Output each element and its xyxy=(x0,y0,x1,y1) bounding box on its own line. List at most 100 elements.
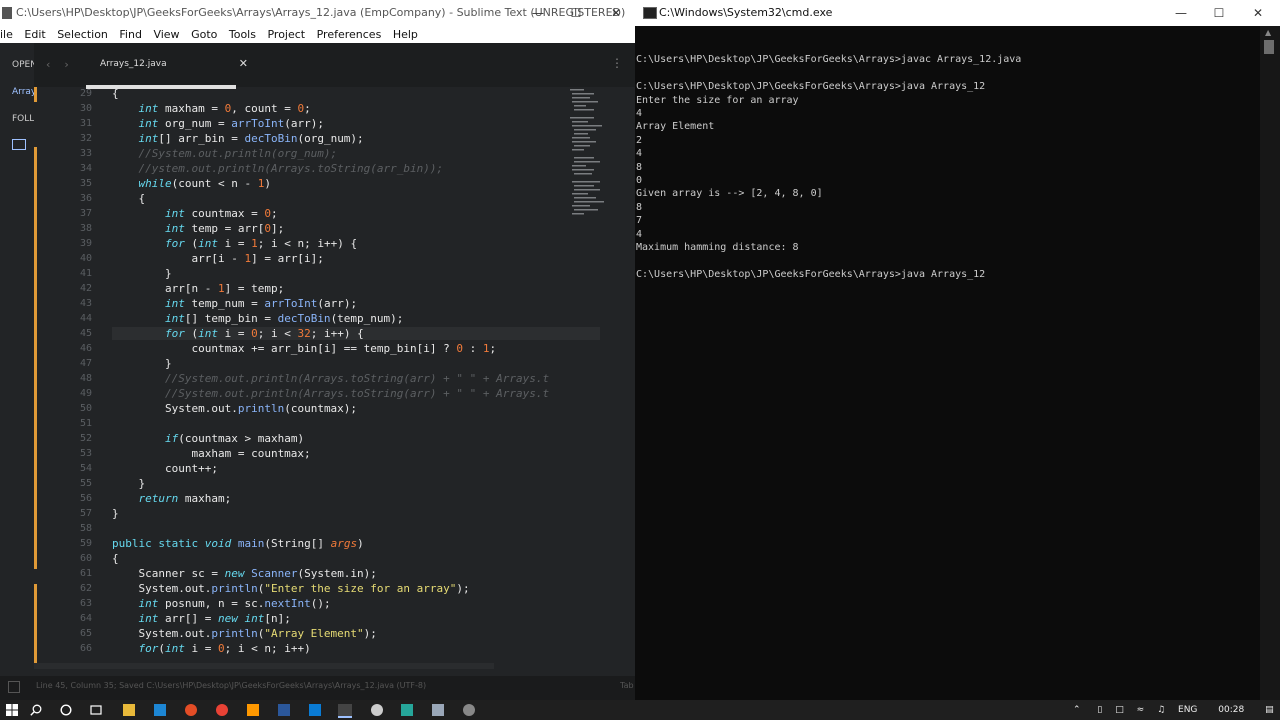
line-number: 32 xyxy=(79,133,92,144)
cmd-maximize-button[interactable]: ☐ xyxy=(1200,0,1238,26)
line-number: 50 xyxy=(79,403,92,414)
menu-tools[interactable]: Tools xyxy=(229,28,256,41)
cmd-close-button[interactable]: ✕ xyxy=(1239,0,1277,26)
cmd-output[interactable]: C:\Users\HP\Desktop\JP\GeeksForGeeks\Arr… xyxy=(636,40,1256,281)
panel-toggle-icon[interactable] xyxy=(8,681,20,693)
menu-selection[interactable]: Selection xyxy=(57,28,108,41)
menu-preferences[interactable]: Preferences xyxy=(317,28,382,41)
minimap[interactable] xyxy=(566,87,621,227)
minimize-button[interactable]: — xyxy=(519,0,557,26)
line-number: 58 xyxy=(79,523,92,534)
cortana-icon[interactable] xyxy=(60,704,72,716)
language-indicator[interactable]: ENG xyxy=(1178,705,1197,715)
code-line: System.out.println("Array Element"); xyxy=(112,627,377,640)
status-bar: Line 45, Column 35; Saved C:\Users\HP\De… xyxy=(0,676,635,700)
tab-overflow-icon[interactable]: ⋮ xyxy=(611,56,623,70)
app-icon[interactable] xyxy=(401,704,413,716)
line-number: 38 xyxy=(79,223,92,234)
task-view-icon[interactable] xyxy=(90,704,102,716)
line-number: 45 xyxy=(79,328,92,339)
chrome-icon[interactable] xyxy=(216,704,228,716)
line-number: 60 xyxy=(79,553,92,564)
menu-project[interactable]: Project xyxy=(267,28,305,41)
status-tab-size[interactable]: Tab xyxy=(620,681,634,690)
volume-icon[interactable]: ♫ xyxy=(1157,705,1165,715)
sidebar-open-files-label: OPEN xyxy=(12,60,34,70)
menu-goto[interactable]: Goto xyxy=(191,28,217,41)
scroll-up-icon[interactable]: ▲ xyxy=(1265,28,1271,37)
line-number: 63 xyxy=(79,598,92,609)
system-tray: ⌃ ▯ □ ≈ ♫ ENG 00:28 ▤ xyxy=(1073,700,1274,720)
mail-icon[interactable] xyxy=(154,704,166,716)
code-line: int org_num = arrToInt(arr); xyxy=(138,117,324,130)
app-icon[interactable] xyxy=(432,704,444,716)
cmd-window: C:\Windows\System32\cmd.exe — ☐ ✕ C:\Use… xyxy=(635,0,1280,700)
line-number: 56 xyxy=(79,493,92,504)
line-number: 29 xyxy=(79,88,92,99)
sidebar-item-array[interactable]: Array xyxy=(12,87,34,97)
tab-close-icon[interactable]: ✕ xyxy=(239,57,248,70)
menu-bar: ile Edit Selection Find View Goto Tools … xyxy=(0,26,635,43)
cmd-minimize-button[interactable]: — xyxy=(1162,0,1200,26)
code-line: } xyxy=(112,357,172,370)
clock[interactable]: 00:28 xyxy=(1218,705,1244,715)
line-number: 48 xyxy=(79,373,92,384)
tab-nav-arrows[interactable]: ‹ › xyxy=(46,58,69,71)
notifications-icon[interactable]: ▤ xyxy=(1265,705,1274,715)
code-line: } xyxy=(112,507,119,520)
status-text: Line 45, Column 35; Saved C:\Users\HP\De… xyxy=(36,681,427,690)
tab-arrays-12[interactable]: Arrays_12.java ✕ xyxy=(86,43,248,87)
menu-view[interactable]: View xyxy=(153,28,179,41)
search-icon[interactable] xyxy=(30,704,42,716)
menu-file[interactable]: ile xyxy=(0,28,13,41)
line-number: 37 xyxy=(79,208,92,219)
tab-bar: Arrays_12.java ✕ xyxy=(34,43,635,87)
menu-help[interactable]: Help xyxy=(393,28,418,41)
line-number: 49 xyxy=(79,388,92,399)
chat-icon[interactable]: □ xyxy=(1115,705,1124,715)
word-icon[interactable] xyxy=(278,704,290,716)
code-line: System.out.println("Enter the size for a… xyxy=(112,582,470,595)
sublime-window: C:\Users\HP\Desktop\JP\GeeksForGeeks\Arr… xyxy=(0,0,635,700)
cmd-app-icon xyxy=(643,7,657,19)
cmd-taskbar-icon[interactable] xyxy=(338,704,352,718)
line-number: 59 xyxy=(79,538,92,549)
code-line: //System.out.println(org_num); xyxy=(112,147,338,160)
code-line: while(count < n - 1) xyxy=(138,177,271,190)
close-button[interactable]: ✕ xyxy=(597,0,635,26)
sublime-text-icon[interactable] xyxy=(247,704,259,716)
maximize-button[interactable]: ☐ xyxy=(557,0,595,26)
cmd-scrollbar[interactable]: ▲ xyxy=(1260,26,1280,700)
app-icon[interactable] xyxy=(463,704,475,716)
scroll-thumb[interactable] xyxy=(1264,40,1274,54)
chevron-up-icon[interactable]: ⌃ xyxy=(1073,705,1081,715)
tab-label: Arrays_12.java xyxy=(100,59,167,69)
cmd-window-title: C:\Windows\System32\cmd.exe xyxy=(659,6,833,19)
file-explorer-icon[interactable] xyxy=(123,704,135,716)
code-line: countmax += arr_bin[i] == temp_bin[i] ? … xyxy=(112,342,497,355)
code-line: //ystem.out.println(Arrays.toString(arr_… xyxy=(112,162,444,175)
line-number: 42 xyxy=(79,283,92,294)
menu-edit[interactable]: Edit xyxy=(24,28,45,41)
sidebar: OPEN Array FOLL xyxy=(0,43,34,678)
line-number: 61 xyxy=(79,568,92,579)
code-editor[interactable]: 29 30 31 32 33 34 35 36 37 38 39 40 41 42 43 44 45 46 47 48… xyxy=(34,87,600,663)
vscode-icon[interactable] xyxy=(309,704,321,716)
line-number: 54 xyxy=(79,463,92,474)
line-number: 33 xyxy=(79,148,92,159)
windows-start-icon[interactable] xyxy=(6,704,18,716)
line-number: 34 xyxy=(79,163,92,174)
firefox-icon[interactable] xyxy=(185,704,197,716)
sublime-app-icon xyxy=(2,7,12,19)
horizontal-scrollbar[interactable] xyxy=(34,663,494,669)
folder-icon[interactable] xyxy=(12,139,26,150)
app-icon[interactable] xyxy=(371,704,383,716)
line-number: 53 xyxy=(79,448,92,459)
code-line: public static void main(String[] args) xyxy=(112,537,364,550)
line-number: 55 xyxy=(79,478,92,489)
line-number: 35 xyxy=(79,178,92,189)
menu-find[interactable]: Find xyxy=(119,28,142,41)
code-line: { xyxy=(112,87,119,100)
wifi-icon[interactable]: ≈ xyxy=(1137,705,1145,715)
battery-icon[interactable]: ▯ xyxy=(1097,705,1102,715)
